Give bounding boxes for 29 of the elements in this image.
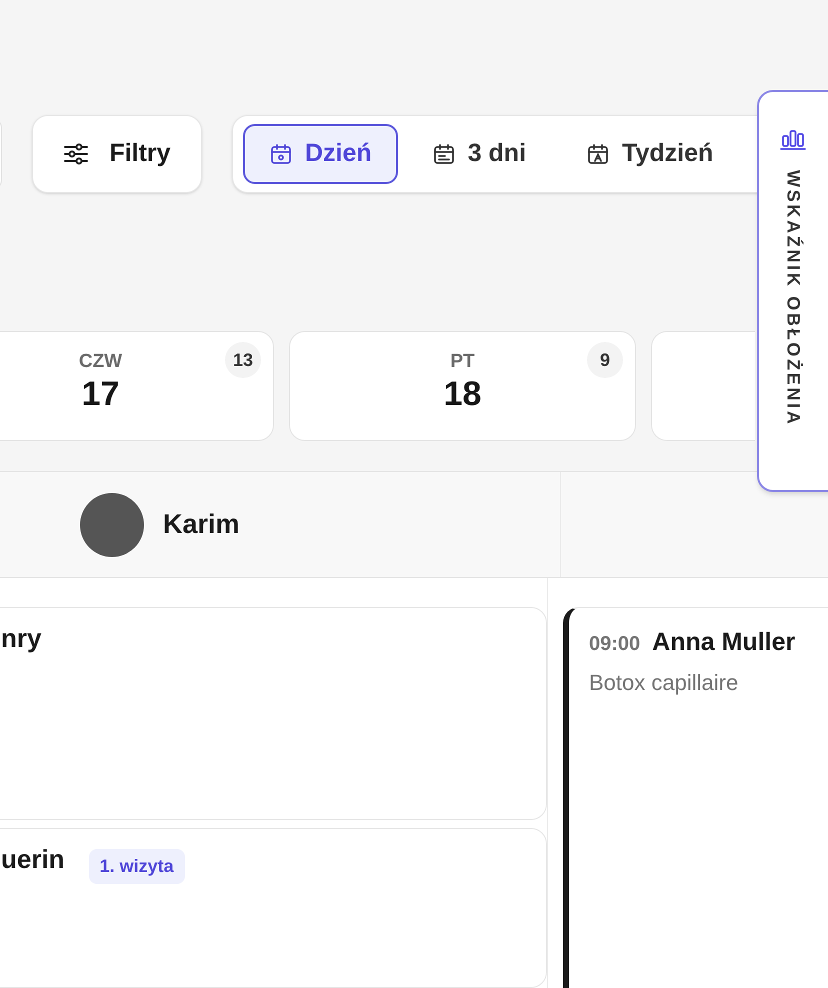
filter-button[interactable]: Filtry [32, 115, 202, 193]
appointment-card[interactable]: 09:00 Anna Muller Botox capillaire [563, 607, 828, 988]
view-tab[interactable]: 3 dni [406, 124, 552, 184]
count-badge: 13 [225, 342, 261, 378]
visit-badge: 1. wizyta [88, 849, 185, 884]
appointment-card[interactable]: uerin 1. wizyta [0, 828, 547, 988]
sliders-icon [63, 143, 90, 165]
count-badge: 9 [587, 342, 623, 378]
day-number: 17 [82, 377, 120, 411]
calendar-icon [586, 142, 610, 166]
view-tab[interactable]: Dzień [243, 124, 398, 184]
client-name: uerin [1, 843, 65, 876]
calendar-icon [432, 142, 456, 166]
appointment-time: 09:00 [589, 632, 640, 657]
day-card[interactable]: PT 18 9 [289, 331, 636, 441]
appointment-card[interactable]: nry [0, 607, 547, 820]
view-tab[interactable]: Tydzień [560, 124, 740, 184]
bar-chart-icon [780, 128, 806, 150]
day-card[interactable]: CZW 17 13 [0, 331, 274, 441]
occupancy-tab[interactable]: WSKAŹNIK OBŁOŻENIA [757, 90, 828, 492]
day-card[interactable] [651, 331, 755, 441]
weekday: CZW [78, 352, 122, 371]
service-name: Botox capillaire [589, 668, 740, 697]
weekday: PT [450, 352, 475, 371]
client-name: nry [1, 622, 42, 654]
calendar-icon [269, 142, 293, 166]
day-number: 18 [444, 377, 482, 411]
staff-name: Karim [163, 508, 240, 542]
client-name: Anna Muller [652, 627, 796, 658]
